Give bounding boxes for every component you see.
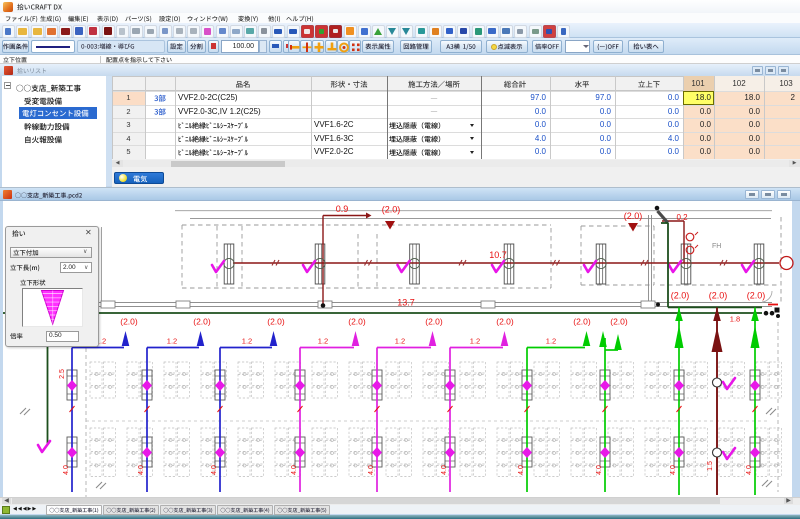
svg-text:(2.0): (2.0) bbox=[573, 317, 591, 327]
svg-text:(2.0): (2.0) bbox=[624, 211, 643, 221]
svg-text:0.2: 0.2 bbox=[676, 213, 688, 222]
svg-text:FH: FH bbox=[712, 243, 721, 250]
svg-text:1.8: 1.8 bbox=[730, 315, 740, 324]
svg-text:13.7: 13.7 bbox=[397, 298, 415, 308]
svg-text:(2.0): (2.0) bbox=[610, 317, 628, 327]
svg-text:(2.0): (2.0) bbox=[382, 205, 401, 215]
svg-text:4.0: 4.0 bbox=[518, 465, 525, 475]
svg-text:1.2: 1.2 bbox=[546, 337, 556, 346]
svg-text:1.2: 1.2 bbox=[395, 337, 405, 346]
svg-text:(2.0): (2.0) bbox=[747, 291, 766, 301]
svg-text:(2.0): (2.0) bbox=[425, 317, 443, 327]
svg-text:(2.0): (2.0) bbox=[120, 317, 138, 327]
svg-text:(2.0): (2.0) bbox=[267, 317, 285, 327]
svg-text:4.0: 4.0 bbox=[746, 465, 753, 475]
svg-text:1.5: 1.5 bbox=[707, 461, 714, 471]
svg-text:(2.0): (2.0) bbox=[193, 317, 211, 327]
svg-text:(2.0): (2.0) bbox=[709, 291, 728, 301]
svg-text:4.0: 4.0 bbox=[138, 465, 145, 475]
svg-text:(2.0): (2.0) bbox=[671, 291, 690, 301]
svg-text:10.7: 10.7 bbox=[489, 250, 507, 260]
svg-text:4.0: 4.0 bbox=[63, 465, 70, 475]
svg-text:1.2: 1.2 bbox=[470, 337, 480, 346]
svg-text:4.0: 4.0 bbox=[211, 465, 218, 475]
svg-text:4.0: 4.0 bbox=[291, 465, 298, 475]
svg-text:4.0: 4.0 bbox=[368, 465, 375, 475]
svg-text:2.5: 2.5 bbox=[59, 369, 66, 379]
svg-text:4.0: 4.0 bbox=[441, 465, 448, 475]
svg-text:4.0: 4.0 bbox=[670, 465, 677, 475]
svg-text:1.2: 1.2 bbox=[242, 337, 252, 346]
svg-text:4.0: 4.0 bbox=[596, 465, 603, 475]
svg-text:0.9: 0.9 bbox=[336, 204, 349, 214]
svg-text:1.2: 1.2 bbox=[167, 337, 177, 346]
svg-text:1.2: 1.2 bbox=[318, 337, 328, 346]
svg-text:(2.0): (2.0) bbox=[496, 317, 514, 327]
svg-text:(2.0): (2.0) bbox=[348, 317, 366, 327]
